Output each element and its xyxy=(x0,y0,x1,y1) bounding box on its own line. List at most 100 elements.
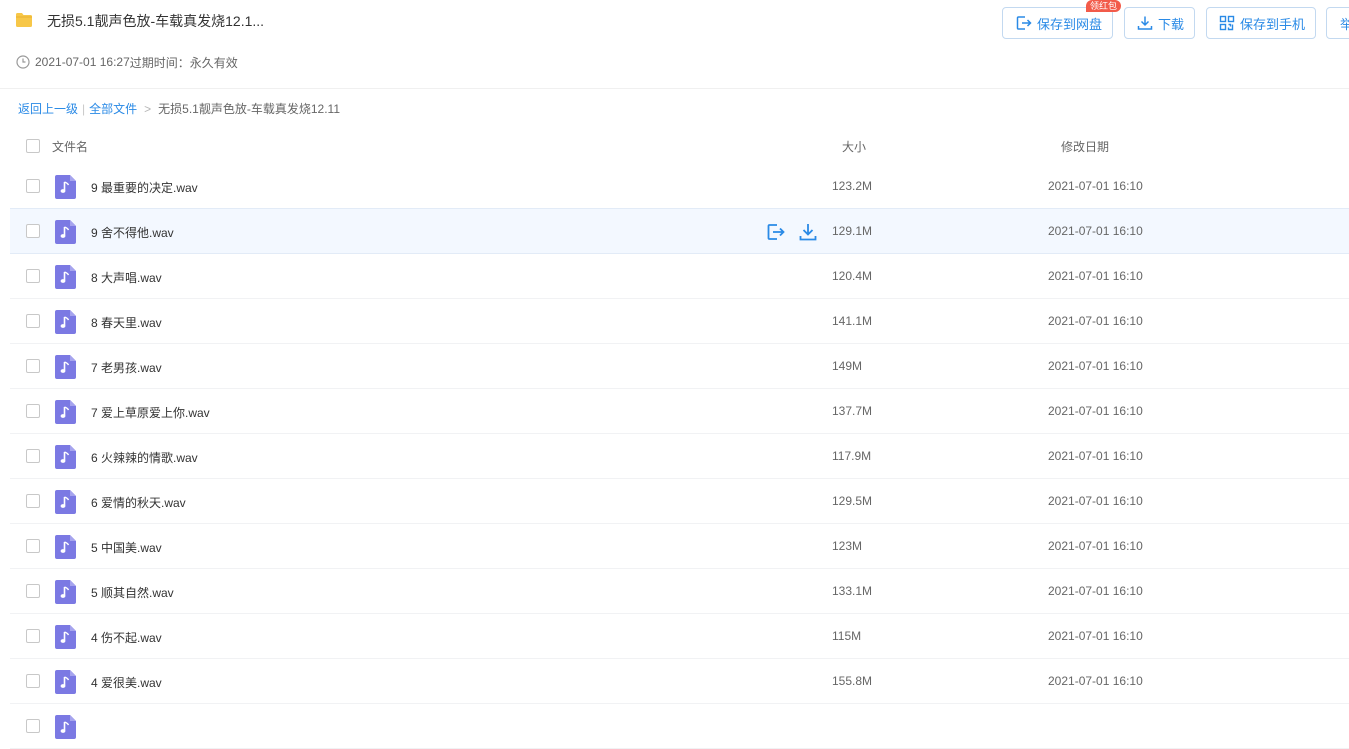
audio-file-icon xyxy=(55,625,76,649)
file-list: 9 最重要的决定.wav 123.2M 2021-07-01 16:10 9 舍… xyxy=(10,164,1349,749)
share-header: 无损5.1靓声色放-车载真发烧12.1... 2021-07-01 16:27 … xyxy=(0,0,1349,89)
download-button[interactable]: 下载 xyxy=(1124,7,1195,39)
column-name-header[interactable]: 文件名 xyxy=(52,138,88,155)
row-download-icon[interactable] xyxy=(798,222,818,242)
breadcrumb-all-files-link[interactable]: 全部文件 xyxy=(89,100,137,117)
file-name[interactable]: 7 爱上草原爱上你.wav xyxy=(91,404,210,421)
file-date: 2021-07-01 16:10 xyxy=(1048,404,1143,418)
save-to-disk-icon xyxy=(1016,16,1032,30)
file-name[interactable]: 7 老男孩.wav xyxy=(91,359,162,376)
audio-file-icon xyxy=(55,220,76,244)
file-date: 2021-07-01 16:10 xyxy=(1048,224,1143,238)
audio-file-icon xyxy=(55,670,76,694)
page-title: 无损5.1靓声色放-车载真发烧12.1... xyxy=(47,13,265,29)
table-row[interactable]: 9 最重要的决定.wav 123.2M 2021-07-01 16:10 xyxy=(10,164,1349,209)
audio-file-icon xyxy=(55,355,76,379)
qr-phone-icon xyxy=(1219,15,1235,31)
table-row[interactable]: 5 顺其自然.wav 133.1M 2021-07-01 16:10 xyxy=(10,569,1349,614)
column-date-header[interactable]: 修改日期 xyxy=(1061,138,1109,155)
expire-value: 永久有效 xyxy=(189,55,238,70)
breadcrumb-current: 无损5.1靓声色放-车载真发烧12.11 xyxy=(158,102,340,116)
row-checkbox[interactable] xyxy=(26,584,40,598)
table-row[interactable]: 7 老男孩.wav 149M 2021-07-01 16:10 xyxy=(10,344,1349,389)
file-date: 2021-07-01 16:10 xyxy=(1048,359,1143,373)
save-to-phone-button[interactable]: 保存到手机 xyxy=(1206,7,1316,39)
file-size: 120.4M xyxy=(832,269,873,283)
breadcrumb-back-link[interactable]: 返回上一级 xyxy=(18,100,78,117)
audio-file-icon xyxy=(55,445,76,469)
share-meta: 2021-07-01 16:27 过期时间： 永久有效 xyxy=(16,54,238,70)
row-checkbox[interactable] xyxy=(26,494,40,508)
audio-file-icon xyxy=(55,175,76,199)
folder-icon xyxy=(16,13,32,27)
table-row[interactable]: 5 中国美.wav 123M 2021-07-01 16:10 xyxy=(10,524,1349,569)
row-checkbox[interactable] xyxy=(26,359,40,373)
file-date: 2021-07-01 16:10 xyxy=(1048,449,1143,463)
file-date: 2021-07-01 16:10 xyxy=(1048,179,1143,193)
file-date: 2021-07-01 16:10 xyxy=(1048,539,1143,553)
audio-file-icon xyxy=(55,715,76,739)
row-checkbox[interactable] xyxy=(26,449,40,463)
audio-file-icon xyxy=(55,535,76,559)
column-size-header[interactable]: 大小 xyxy=(842,138,866,155)
file-date: 2021-07-01 16:10 xyxy=(1048,629,1143,643)
row-checkbox[interactable] xyxy=(26,719,40,733)
file-name[interactable]: 5 顺其自然.wav xyxy=(91,584,174,601)
audio-file-icon xyxy=(55,400,76,424)
file-size: 141.1M xyxy=(832,314,873,328)
table-row[interactable]: 6 火辣辣的情歌.wav 117.9M 2021-07-01 16:10 xyxy=(10,434,1349,479)
save-to-phone-label: 保存到手机 xyxy=(1240,16,1306,32)
file-size: 123.2M xyxy=(832,179,873,193)
file-size: 133.1M xyxy=(832,584,873,598)
audio-file-icon xyxy=(55,310,76,334)
audio-file-icon xyxy=(55,580,76,604)
table-row[interactable]: 9 舍不得他.wav 129.1M 2021-07-01 16:10 xyxy=(10,208,1349,254)
file-size: 117.9M xyxy=(832,449,872,463)
file-date: 2021-07-01 16:10 xyxy=(1048,674,1143,688)
file-name[interactable]: 4 爱很美.wav xyxy=(91,674,162,691)
file-size: 137.7M xyxy=(832,404,873,418)
red-packet-badge[interactable]: 领红包 xyxy=(1086,0,1122,12)
file-name[interactable]: 6 火辣辣的情歌.wav xyxy=(91,449,198,466)
table-row[interactable] xyxy=(10,704,1349,749)
file-name[interactable]: 6 爱情的秋天.wav xyxy=(91,494,186,511)
clock-icon xyxy=(16,55,30,69)
row-checkbox[interactable] xyxy=(26,314,40,328)
file-size: 115M xyxy=(832,629,862,643)
select-all-checkbox[interactable] xyxy=(26,139,40,153)
save-to-disk-label: 保存到网盘 xyxy=(1037,16,1103,32)
report-button[interactable]: 举 xyxy=(1326,7,1349,39)
audio-file-icon xyxy=(55,490,76,514)
file-name[interactable]: 8 春天里.wav xyxy=(91,314,162,331)
row-save-icon[interactable] xyxy=(766,222,786,242)
share-date: 2021-07-01 16:27 xyxy=(35,55,130,69)
row-actions xyxy=(766,222,818,242)
file-size: 149M xyxy=(832,359,863,373)
row-checkbox[interactable] xyxy=(26,539,40,553)
file-name[interactable]: 5 中国美.wav xyxy=(91,539,162,556)
download-label: 下载 xyxy=(1158,16,1185,32)
table-row[interactable]: 7 爱上草原爱上你.wav 137.7M 2021-07-01 16:10 xyxy=(10,389,1349,434)
file-size: 123M xyxy=(832,539,863,553)
file-name[interactable]: 4 伤不起.wav xyxy=(91,629,162,646)
table-row[interactable]: 8 大声唱.wav 120.4M 2021-07-01 16:10 xyxy=(10,254,1349,299)
row-checkbox[interactable] xyxy=(26,674,40,688)
expire-label: 过期时间： xyxy=(129,55,190,70)
breadcrumb: 返回上一级 | 全部文件 > 无损5.1靓声色放-车载真发烧12.11 xyxy=(18,100,340,117)
table-row[interactable]: 6 爱情的秋天.wav 129.5M 2021-07-01 16:10 xyxy=(10,479,1349,524)
row-checkbox[interactable] xyxy=(26,269,40,283)
row-checkbox[interactable] xyxy=(26,404,40,418)
row-checkbox[interactable] xyxy=(26,224,40,238)
file-name[interactable]: 9 舍不得他.wav xyxy=(91,224,174,241)
file-name[interactable]: 9 最重要的决定.wav xyxy=(91,179,198,196)
report-label: 举 xyxy=(1340,14,1349,33)
table-row[interactable]: 8 春天里.wav 141.1M 2021-07-01 16:10 xyxy=(10,299,1349,344)
file-name[interactable]: 8 大声唱.wav xyxy=(91,269,162,286)
file-date: 2021-07-01 16:10 xyxy=(1048,314,1143,328)
table-row[interactable]: 4 爱很美.wav 155.8M 2021-07-01 16:10 xyxy=(10,659,1349,704)
file-size: 129.1M xyxy=(832,224,873,238)
row-checkbox[interactable] xyxy=(26,179,40,193)
file-date: 2021-07-01 16:10 xyxy=(1048,269,1143,283)
row-checkbox[interactable] xyxy=(26,629,40,643)
table-row[interactable]: 4 伤不起.wav 115M 2021-07-01 16:10 xyxy=(10,614,1349,659)
